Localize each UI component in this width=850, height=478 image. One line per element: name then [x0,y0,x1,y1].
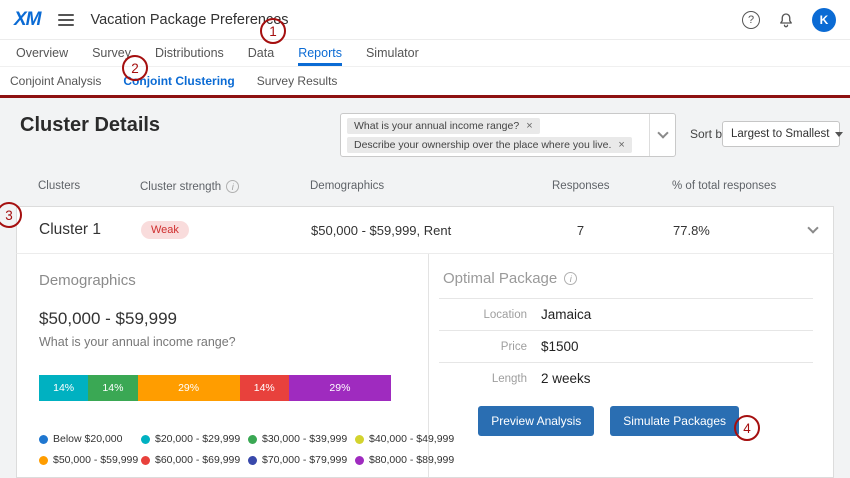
info-icon[interactable]: i [564,272,577,285]
cluster-name: Cluster 1 [39,207,101,253]
user-avatar[interactable]: K [812,8,836,32]
legend-dot [248,435,257,444]
tab-simulator[interactable]: Simulator [366,40,419,66]
page-title: Cluster Details [20,114,160,137]
legend-item: $30,000 - $39,999 [248,433,355,445]
tab-reports[interactable]: Reports [298,40,342,66]
annotation-step-1: 1 [260,18,286,44]
cluster-detail-card: Demographics $50,000 - $59,999 What is y… [16,254,834,478]
cluster-pct-of-total: 77.8% [673,207,710,253]
topbar: XM Vacation Package Preferences ? K [0,0,850,40]
optimal-package-panel: Optimal Package i Location Jamaica Price… [429,254,833,477]
column-header-cluster-strength: Cluster strength i [140,180,239,193]
legend-item: $20,000 - $29,999 [141,433,248,445]
demographics-title: Demographics [39,272,406,289]
subtab-survey-results[interactable]: Survey Results [257,67,338,95]
cluster-demographics: $50,000 - $59,999, Rent [311,207,451,253]
legend-dot [355,435,364,444]
filter-chips: What is your annual income range? × Desc… [341,114,649,156]
demographics-headline: $50,000 - $59,999 [39,309,406,329]
package-field-length: Length 2 weeks [439,363,813,394]
bar-segment: 14% [240,375,289,401]
sort-dropdown-value: Largest to Smallest [731,128,829,140]
column-header-clusters: Clusters [38,180,80,192]
filter-chip-label: Describe your ownership over the place w… [354,139,611,151]
field-value: $1500 [541,339,579,354]
question-filter-select[interactable]: What is your annual income range? × Desc… [340,113,676,157]
legend-dot [248,456,257,465]
chevron-down-icon[interactable] [649,114,675,156]
filter-chip-label: What is your annual income range? [354,120,519,132]
income-legend: Below $20,000 $20,000 - $29,999 $30,000 … [39,433,406,466]
cluster-row[interactable]: Cluster 1 Weak $50,000 - $59,999, Rent 7… [16,206,834,254]
tab-data[interactable]: Data [248,40,274,66]
legend-dot [355,456,364,465]
preview-analysis-button[interactable]: Preview Analysis [478,406,594,436]
optimal-package-title: Optimal Package i [439,270,813,299]
close-icon[interactable]: × [526,120,532,132]
legend-item: $50,000 - $59,999 [39,454,141,466]
cluster-strength-cell: Weak [141,207,189,253]
field-label: Price [439,341,527,353]
info-icon[interactable]: i [226,180,239,193]
package-field-price: Price $1500 [439,331,813,363]
demographics-panel: Demographics $50,000 - $59,999 What is y… [17,254,429,477]
notifications-bell-icon[interactable] [777,11,795,29]
help-icon[interactable]: ? [742,11,760,29]
subtab-conjoint-analysis[interactable]: Conjoint Analysis [10,67,101,95]
field-label: Length [439,373,527,385]
annotation-step-2: 2 [122,55,148,81]
cluster-details-page: Cluster Details What is your annual inco… [0,98,850,478]
field-value: Jamaica [541,307,591,322]
bar-segment: 14% [39,375,88,401]
legend-dot [141,435,150,444]
income-distribution-bar: 14% 14% 29% 14% 29% [39,375,391,401]
sort-dropdown[interactable]: Largest to Smallest [722,121,840,147]
annotation-step-4: 4 [734,415,760,441]
legend-item: Below $20,000 [39,433,141,445]
legend-dot [141,456,150,465]
tab-distributions[interactable]: Distributions [155,40,224,66]
hamburger-menu-icon[interactable] [56,12,76,28]
column-header-responses: Responses [552,180,610,192]
strength-badge: Weak [141,221,189,239]
close-icon[interactable]: × [618,139,624,151]
field-label: Location [439,309,527,321]
demographics-question: What is your annual income range? [39,335,406,349]
filter-chip[interactable]: Describe your ownership over the place w… [347,137,632,153]
cluster-responses: 7 [553,207,608,253]
tab-overview[interactable]: Overview [16,40,68,66]
bar-segment: 29% [138,375,240,401]
legend-item: $60,000 - $69,999 [141,454,248,466]
column-header-demographics: Demographics [310,180,384,192]
bar-segment: 14% [88,375,137,401]
field-value: 2 weeks [541,371,591,386]
column-header-pct-of-total: % of total responses [672,180,776,192]
xm-logo: XM [14,9,41,31]
app-window: XM Vacation Package Preferences ? K Over… [0,0,850,478]
simulate-packages-button[interactable]: Simulate Packages [610,406,739,436]
topbar-actions: ? K [742,8,836,32]
project-title: Vacation Package Preferences [91,12,289,28]
legend-dot [39,456,48,465]
collapse-chevron-icon[interactable] [809,207,817,253]
dropdown-arrow-icon [835,132,843,137]
legend-dot [39,435,48,444]
filter-chip[interactable]: What is your annual income range? × [347,118,540,134]
bar-segment: 29% [289,375,391,401]
legend-item: $70,000 - $79,999 [248,454,355,466]
package-field-location: Location Jamaica [439,299,813,331]
